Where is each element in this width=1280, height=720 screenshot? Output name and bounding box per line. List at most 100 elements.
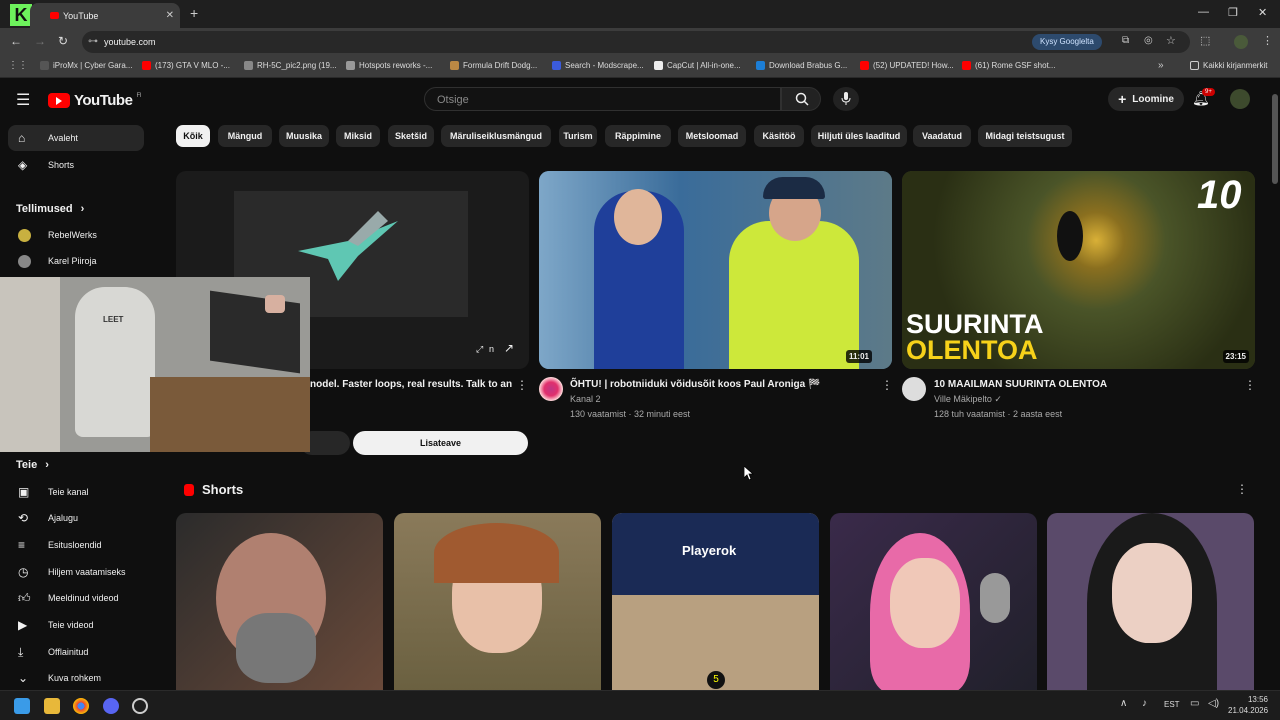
sidebar-item-label: Shorts [48, 160, 75, 170]
filter-chip[interactable]: Hiljuti üles laaditud [811, 125, 907, 147]
short-thumbnail[interactable]: Playerok 5 [612, 513, 819, 690]
filter-chip[interactable]: Märuliseiklusmängud [441, 125, 551, 147]
more-options-icon[interactable]: ⋮ [1244, 378, 1256, 392]
account-avatar[interactable] [1230, 89, 1250, 109]
install-icon[interactable]: ⧉ [1122, 35, 1129, 46]
video-title[interactable]: ÕHTU! | robotniiduki võidusõit koos Paul… [570, 379, 820, 390]
ad-more-options-icon[interactable]: ⋮ [516, 378, 528, 392]
short-thumbnail[interactable] [830, 513, 1037, 690]
minimize-icon[interactable]: — [1198, 6, 1209, 18]
channel-avatar[interactable] [902, 377, 926, 401]
sidebar-item[interactable]: ⌂ Avaleht [8, 125, 144, 151]
microphone-tray-icon[interactable]: ♪ [1142, 698, 1147, 709]
menu-icon[interactable]: ⋮ [1262, 34, 1273, 47]
close-window-icon[interactable]: ✕ [1258, 6, 1267, 19]
file-explorer-icon[interactable] [44, 698, 60, 714]
sidebar-item[interactable]: ▶ Teie videod [8, 612, 144, 638]
sidebar-item[interactable]: RebelWerks [8, 222, 144, 248]
search-button[interactable] [781, 87, 821, 111]
sidebar-item[interactable]: ◷ Hiljem vaatamiseks [8, 559, 144, 585]
clock[interactable]: 13:56 21.04.2026 [1228, 694, 1268, 716]
short-thumbnail[interactable] [1047, 513, 1254, 690]
bookmark-item[interactable]: Download Brabus G... [756, 61, 847, 70]
search-input[interactable]: Otsige [424, 87, 781, 111]
app-icon[interactable] [132, 698, 148, 714]
ad-cta-button[interactable]: Lisateave [353, 431, 528, 455]
sidebar-item[interactable]: ◈ Shorts [8, 152, 144, 178]
bookmark-item[interactable]: (61) Rome GSF shot... [962, 61, 1055, 70]
address-bar[interactable]: ⊶ youtube.com Kysy Googlelta ⧉ ◎ ☆ [82, 31, 1190, 53]
gemini-button[interactable]: Kysy Googlelta [1032, 34, 1102, 50]
channel-name[interactable]: Ville Mäkipelto ✓ [934, 394, 1002, 405]
short-thumbnail[interactable] [394, 513, 601, 690]
bookmark-item[interactable]: (173) GTA V MLO -... [142, 61, 230, 70]
maximize-icon[interactable]: ❐ [1228, 6, 1238, 19]
bookmark-item[interactable]: CapCut | All-in-one... [654, 61, 741, 70]
hamburger-menu-icon[interactable]: ☰ [16, 90, 30, 110]
channel-avatar[interactable] [539, 377, 563, 401]
filter-chip[interactable]: Räppimine [605, 125, 671, 147]
network-icon[interactable]: ▭ [1190, 698, 1199, 709]
sidebar-item[interactable]: ≡ Esitusloendid [8, 532, 144, 558]
shorts-more-icon[interactable]: ⋮ [1236, 482, 1248, 496]
apps-icon[interactable]: ⋮⋮ [8, 60, 28, 71]
filter-chip[interactable]: Kõik [176, 125, 210, 147]
sidebar-item[interactable]: ⌄ Kuva rohkem [8, 665, 144, 690]
filter-chip[interactable]: Muusika [279, 125, 329, 147]
volume-icon[interactable]: ◁) [1208, 698, 1219, 709]
back-icon[interactable]: ← [10, 34, 22, 48]
video-thumbnail[interactable]: 11:01 [539, 171, 892, 369]
extensions-icon[interactable]: ⬚ [1200, 34, 1210, 47]
bookmark-item[interactable]: iProMx | Cyber Gara... [40, 61, 132, 70]
windows-start-icon[interactable] [14, 698, 30, 714]
expand-icon[interactable]: ⤢ [476, 344, 483, 355]
chrome-icon[interactable] [73, 698, 89, 714]
filter-chip[interactable]: Sketšid [388, 125, 434, 147]
bookmark-item[interactable]: Formula Drift Dodg... [450, 61, 537, 70]
notifications-button[interactable]: 🔔︎ 9+ [1192, 88, 1215, 110]
sidebar-item[interactable]: ▣ Teie kanal [8, 479, 144, 505]
sidebar-item[interactable]: ⟲ Ajalugu [8, 505, 144, 531]
scrollbar[interactable] [1272, 94, 1278, 184]
filter-chip[interactable]: Vaadatud [913, 125, 971, 147]
external-link-icon[interactable]: ↗ [504, 341, 514, 355]
forward-icon[interactable]: → [34, 34, 46, 48]
youtube-logo[interactable]: YouTube FI [48, 92, 141, 109]
sidebar-item[interactable]: 👍︎ Meeldinud videod [8, 585, 144, 611]
more-options-icon[interactable]: ⋮ [881, 378, 893, 392]
eye-off-icon[interactable]: ◎ [1144, 35, 1153, 46]
voice-search-button[interactable] [833, 87, 859, 111]
all-bookmarks-button[interactable]: Kaikki kirjanmerkit [1190, 61, 1267, 70]
browser-tab[interactable]: YouTube ✕ [30, 3, 180, 28]
bookmark-item[interactable]: Search - Modscrape... [552, 61, 644, 70]
site-info-icon[interactable]: ⊶ [88, 36, 98, 47]
bookmark-item[interactable]: Hotspots reworks -... [346, 61, 432, 70]
chevron-up-icon[interactable]: ∧ [1120, 698, 1127, 709]
filter-chip[interactable]: Miksid [336, 125, 380, 147]
filter-chip[interactable]: Midagi teistsugust [978, 125, 1072, 147]
filter-chip[interactable]: Mängud [218, 125, 272, 147]
short-thumbnail[interactable] [176, 513, 383, 690]
filter-chip[interactable]: Turism [559, 125, 597, 147]
ad-title[interactable]: nodel. Faster loops, real results. Talk … [310, 379, 512, 390]
sidebar-item[interactable]: Karel Piiroja [8, 248, 144, 274]
channel-name[interactable]: Kanal 2 [570, 394, 601, 404]
bookmark-item[interactable]: (52) UPDATED! How... [860, 61, 954, 70]
new-tab-icon[interactable]: + [190, 5, 198, 21]
filter-chip[interactable]: Käsitöö [754, 125, 804, 147]
profile-avatar[interactable] [1234, 35, 1248, 49]
you-header[interactable]: Teie › [16, 459, 49, 471]
discord-icon[interactable] [103, 698, 119, 714]
create-button[interactable]: + Loomine [1108, 87, 1184, 111]
close-tab-icon[interactable]: ✕ [166, 10, 174, 21]
sidebar-item[interactable]: ⤓ Offlainitud [8, 639, 144, 665]
bookmark-item[interactable]: RH-5C_pic2.png (19... [244, 61, 337, 70]
video-title[interactable]: 10 MAAILMAN SUURINTA OLENTOA [934, 379, 1107, 390]
reload-icon[interactable]: ↻ [58, 34, 68, 48]
filter-chip[interactable]: Metsloomad [678, 125, 746, 147]
star-icon[interactable]: ☆ [1166, 34, 1176, 47]
more-bookmarks-icon[interactable]: » [1158, 60, 1164, 71]
language-indicator[interactable]: EST [1164, 700, 1180, 709]
subscriptions-header[interactable]: Tellimused › [16, 203, 84, 215]
video-thumbnail[interactable]: 10 SUURINTA OLENTOA 23:15 [902, 171, 1255, 369]
